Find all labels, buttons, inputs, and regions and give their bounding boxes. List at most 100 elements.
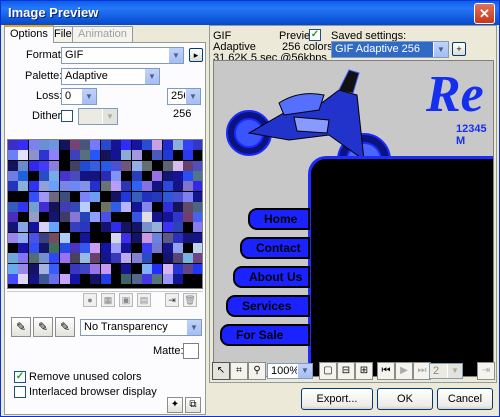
tab-options[interactable]: Options: [4, 25, 54, 43]
palette-swatch[interactable]: [111, 243, 121, 253]
palette-swatch[interactable]: [121, 253, 132, 264]
colors-select[interactable]: 256 ▼: [167, 88, 201, 105]
palette-swatch[interactable]: [18, 150, 29, 161]
palette-swatch[interactable]: [90, 150, 101, 161]
palette-swatch[interactable]: [80, 150, 91, 161]
palette-swatch[interactable]: [18, 263, 29, 274]
palette-swatch[interactable]: [183, 160, 194, 171]
palette-swatch[interactable]: [100, 191, 111, 202]
palette-swatch[interactable]: [90, 253, 101, 264]
palette-swatch[interactable]: [28, 140, 39, 150]
palette-swatch[interactable]: [59, 191, 70, 202]
palette-swatch[interactable]: [38, 140, 49, 150]
palette-swatch[interactable]: [172, 253, 183, 264]
palette-swatch[interactable]: [8, 273, 18, 284]
palette-swatch[interactable]: [59, 212, 70, 223]
palette-swatch[interactable]: [28, 170, 39, 181]
palette-swatch[interactable]: [28, 191, 39, 202]
palette-swatch[interactable]: [121, 273, 132, 284]
palette-swatch[interactable]: [193, 273, 202, 284]
palette-swatch[interactable]: [8, 140, 18, 150]
palette-web-snap-icon[interactable]: ▣: [119, 293, 133, 307]
palette-swatch[interactable]: [28, 150, 39, 161]
palette-swatch[interactable]: [38, 273, 49, 284]
palette-swatch[interactable]: [172, 150, 183, 161]
palette-swatch[interactable]: [100, 201, 111, 212]
palette-swatch[interactable]: [111, 140, 121, 150]
palette-swatch[interactable]: [59, 181, 70, 192]
palette-swatch[interactable]: [8, 232, 18, 243]
palette-swatch[interactable]: [193, 243, 202, 253]
palette-swatch[interactable]: [141, 150, 152, 161]
palette-swatch[interactable]: [100, 222, 111, 233]
palette-swatch[interactable]: [59, 253, 70, 264]
palette-swatch[interactable]: [141, 273, 152, 284]
palette-swatch[interactable]: [8, 263, 18, 274]
palette-swatch[interactable]: [38, 232, 49, 243]
palette-swatch[interactable]: [111, 150, 121, 161]
title-bar[interactable]: Image Preview ✕: [1, 1, 499, 25]
palette-swatch[interactable]: [8, 150, 18, 161]
palette-swatch[interactable]: [183, 140, 194, 150]
palette-swatch[interactable]: [162, 253, 173, 264]
palette-swatch[interactable]: [152, 191, 163, 202]
palette-swatch[interactable]: [8, 160, 18, 171]
palette-swatch[interactable]: [193, 150, 202, 161]
palette-swatch[interactable]: [193, 170, 202, 181]
palette-swatch[interactable]: [183, 273, 194, 284]
loss-select[interactable]: 0 ▼: [61, 88, 97, 105]
palette-swatch[interactable]: [100, 170, 111, 181]
palette-swatch[interactable]: [162, 160, 173, 171]
palette-swatch[interactable]: [111, 263, 121, 274]
palette-swatch[interactable]: [172, 222, 183, 233]
palette-swatch[interactable]: [38, 191, 49, 202]
palette-swatch[interactable]: [100, 263, 111, 274]
palette-swatch[interactable]: [131, 212, 142, 223]
zoom-icon[interactable]: ⚲: [248, 362, 266, 380]
palette-swatch[interactable]: [172, 273, 183, 284]
palette-swatch[interactable]: [111, 191, 121, 202]
palette-swatch[interactable]: [100, 232, 111, 243]
palette-swatch[interactable]: [80, 273, 91, 284]
palette-swatch[interactable]: [8, 253, 18, 264]
palette-swatch[interactable]: [18, 212, 29, 223]
palette-swatch[interactable]: [141, 253, 152, 264]
palette-swatch[interactable]: [121, 140, 132, 150]
palette-swatch[interactable]: [131, 222, 142, 233]
palette-swatch[interactable]: [121, 201, 132, 212]
pointer-icon[interactable]: ↖: [212, 362, 230, 380]
export-button[interactable]: Export...: [301, 388, 373, 410]
palette-swatch[interactable]: [183, 170, 194, 181]
palette-swatch[interactable]: [49, 201, 60, 212]
palette-swatch[interactable]: [121, 212, 132, 223]
palette-swatch[interactable]: [111, 253, 121, 264]
palette-swatch[interactable]: [141, 170, 152, 181]
palette-swatch[interactable]: [152, 263, 163, 274]
palette-swatch[interactable]: [131, 253, 142, 264]
palette-swatch[interactable]: [141, 181, 152, 192]
two-up-view-icon[interactable]: ⊟: [337, 362, 355, 380]
palette-swatch[interactable]: [69, 243, 80, 253]
export-wizard-icon[interactable]: ⧉: [185, 397, 201, 413]
palette-swatch[interactable]: [90, 263, 101, 274]
palette-swatch[interactable]: [183, 243, 194, 253]
palette-swatch[interactable]: [152, 232, 163, 243]
palette-swatch[interactable]: [100, 212, 111, 223]
add-saved-settings-button[interactable]: +: [452, 42, 466, 56]
palette-swatch[interactable]: [69, 181, 80, 192]
palette-swatch[interactable]: [172, 212, 183, 223]
palette-swatch[interactable]: [193, 222, 202, 233]
palette-swatch[interactable]: [172, 160, 183, 171]
palette-swatch[interactable]: [152, 140, 163, 150]
palette-swatch[interactable]: [8, 191, 18, 202]
palette-swatch[interactable]: [90, 232, 101, 243]
palette-swatch[interactable]: [193, 160, 202, 171]
ok-button[interactable]: OK: [377, 388, 433, 410]
palette-delete-icon[interactable]: 🗑: [183, 293, 197, 307]
palette-swatch[interactable]: [49, 273, 60, 284]
palette-swatch[interactable]: [172, 191, 183, 202]
palette-swatch[interactable]: [18, 222, 29, 233]
palette-swatch[interactable]: [152, 243, 163, 253]
palette-swatch[interactable]: [49, 191, 60, 202]
palette-swatch[interactable]: [131, 150, 142, 161]
